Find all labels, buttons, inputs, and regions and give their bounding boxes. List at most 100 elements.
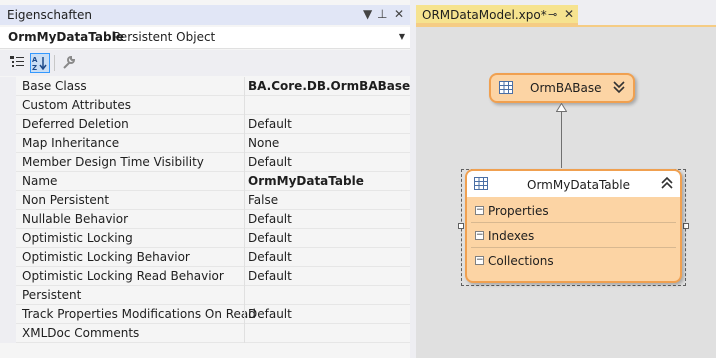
close-icon[interactable]: ✕ — [394, 7, 404, 21]
section-label: Indexes — [488, 229, 535, 243]
collapse-icon[interactable] — [660, 175, 674, 194]
row-gutter — [0, 134, 16, 153]
row-gutter — [0, 210, 16, 229]
property-row[interactable]: Optimistic Locking Behavior Default — [0, 248, 410, 267]
property-name: Name — [22, 174, 58, 188]
collapse-toggle-icon[interactable]: − — [475, 256, 484, 265]
row-gutter — [0, 191, 16, 210]
property-value[interactable]: Default — [248, 307, 292, 321]
property-value[interactable]: Default — [248, 212, 292, 226]
column-divider — [244, 305, 245, 324]
property-row[interactable]: Custom Attributes — [0, 96, 410, 115]
property-row[interactable]: Optimistic Locking Default — [0, 229, 410, 248]
row-gutter — [0, 96, 16, 115]
property-value[interactable]: Default — [248, 269, 292, 283]
collapse-toggle-icon[interactable]: − — [475, 231, 484, 240]
property-row[interactable]: Optimistic Locking Read Behavior Default — [0, 267, 410, 286]
property-value[interactable]: Default — [248, 231, 292, 245]
column-divider — [244, 134, 245, 153]
close-icon[interactable]: ✕ — [564, 7, 574, 21]
resize-handle-right[interactable] — [683, 223, 689, 229]
property-name: Persistent — [22, 288, 82, 302]
property-value[interactable]: False — [248, 193, 278, 207]
property-value[interactable]: Default — [248, 155, 292, 169]
tab-label: ORMDataModel.xpo* — [422, 8, 547, 22]
dropdown-icon[interactable]: ▼ — [363, 7, 372, 21]
wrench-icon[interactable] — [60, 53, 80, 73]
properties-toolbar: A Z — [0, 50, 410, 76]
property-name: Optimistic Locking Read Behavior — [22, 269, 224, 283]
row-gutter — [0, 172, 16, 191]
properties-panel: Eigenschaften ▼ ⊥ ✕ OrmMyDataTable Persi… — [0, 0, 410, 358]
column-divider — [244, 286, 245, 305]
entity-name: OrmBABase — [530, 81, 602, 95]
property-name: Nullable Behavior — [22, 212, 129, 226]
section-label: Collections — [488, 254, 554, 268]
svg-text:A: A — [32, 56, 38, 64]
column-divider — [244, 115, 245, 134]
property-name: Map Inheritance — [22, 136, 120, 150]
property-name: Member Design Time Visibility — [22, 155, 204, 169]
properties-title: Eigenschaften — [7, 8, 93, 22]
entity-ormbabase[interactable]: OrmBABase — [489, 73, 635, 103]
collapse-toggle-icon[interactable]: − — [475, 206, 484, 215]
property-name: Optimistic Locking Behavior — [22, 250, 190, 264]
property-row[interactable]: Deferred Deletion Default — [0, 115, 410, 134]
table-icon — [474, 177, 488, 193]
section-collections[interactable]: − Collections — [471, 251, 676, 273]
section-indexes[interactable]: − Indexes — [471, 226, 676, 248]
property-name: Base Class — [22, 79, 87, 93]
property-value[interactable]: Default — [248, 250, 292, 264]
property-value[interactable]: Default — [248, 117, 292, 131]
property-row[interactable]: Nullable Behavior Default — [0, 210, 410, 229]
properties-title-bar: Eigenschaften ▼ ⊥ ✕ — [0, 5, 410, 25]
pin-icon[interactable]: ⊸ — [548, 8, 557, 21]
column-divider — [244, 153, 245, 172]
column-divider — [244, 191, 245, 210]
object-selector[interactable]: OrmMyDataTable Persistent Object ▼ — [0, 27, 410, 49]
property-row[interactable]: Non Persistent False — [0, 191, 410, 210]
categorized-view-icon[interactable] — [8, 53, 28, 73]
pin-icon[interactable]: ⊥ — [377, 7, 387, 21]
toolbar-separator — [54, 55, 55, 71]
row-gutter — [0, 267, 16, 286]
column-divider — [244, 248, 245, 267]
row-gutter — [0, 248, 16, 267]
row-gutter — [0, 153, 16, 172]
section-properties[interactable]: − Properties — [471, 201, 676, 223]
alphabetical-sort-icon[interactable]: A Z — [30, 53, 50, 73]
property-row[interactable]: Persistent — [0, 286, 410, 305]
selected-object-name: OrmMyDataTable — [8, 30, 124, 44]
property-row[interactable]: Name OrmMyDataTable — [0, 172, 410, 191]
row-gutter — [0, 77, 16, 96]
row-gutter — [0, 229, 16, 248]
property-value[interactable]: BA.Core.DB.OrmBABase — [248, 79, 410, 93]
entity-ormmydatatable[interactable]: OrmMyDataTable − Properties − Indexes − … — [465, 169, 682, 283]
resize-handle-left[interactable] — [458, 223, 464, 229]
inheritance-arrow-icon — [556, 103, 567, 112]
property-row[interactable]: Base Class BA.Core.DB.OrmBABase — [0, 77, 410, 96]
column-divider — [244, 96, 245, 115]
property-value[interactable]: OrmMyDataTable — [248, 174, 364, 188]
property-name: Non Persistent — [22, 193, 110, 207]
property-row[interactable]: Member Design Time Visibility Default — [0, 153, 410, 172]
property-row[interactable]: Track Properties Modifications On Read D… — [0, 305, 410, 324]
property-name: Custom Attributes — [22, 98, 132, 112]
inheritance-connector — [561, 110, 562, 168]
property-name: Deferred Deletion — [22, 117, 129, 131]
property-value[interactable]: None — [248, 136, 279, 150]
column-divider — [244, 267, 245, 286]
section-label: Properties — [488, 204, 549, 218]
expand-icon[interactable] — [612, 79, 626, 98]
property-name: Track Properties Modifications On Read — [22, 307, 256, 321]
tab-ormdatamodel[interactable]: ORMDataModel.xpo* ⊸ ✕ — [416, 5, 578, 25]
chevron-down-icon[interactable]: ▼ — [399, 32, 405, 41]
row-gutter — [0, 115, 16, 134]
column-divider — [244, 210, 245, 229]
property-row[interactable]: XMLDoc Comments — [0, 324, 410, 343]
property-row[interactable]: Map Inheritance None — [0, 134, 410, 153]
row-gutter — [0, 324, 16, 343]
column-divider — [244, 324, 245, 343]
property-name: Optimistic Locking — [22, 231, 133, 245]
selected-object-type: Persistent Object — [113, 30, 216, 44]
